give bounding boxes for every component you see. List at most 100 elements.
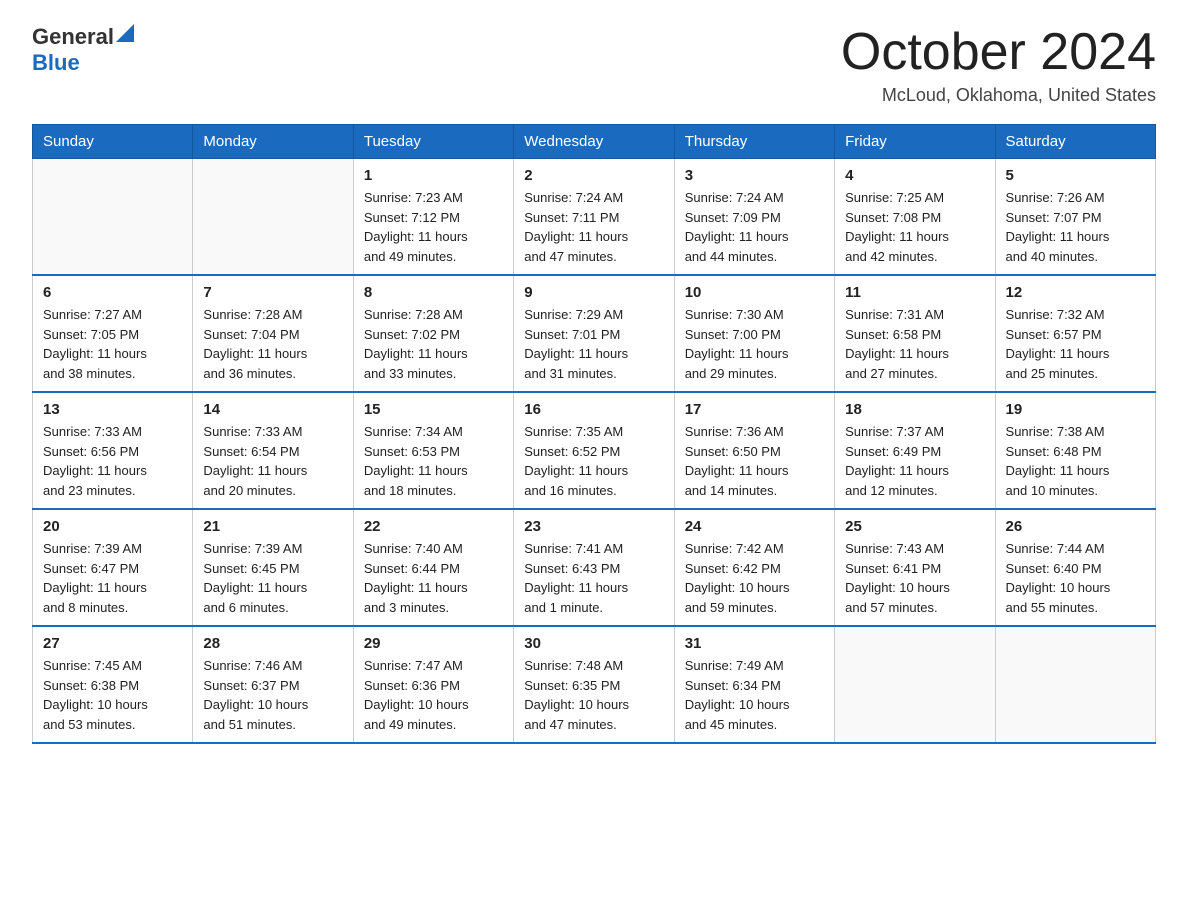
day-info: Sunrise: 7:41 AMSunset: 6:43 PMDaylight:… bbox=[524, 539, 663, 617]
calendar-cell bbox=[193, 159, 353, 276]
calendar-cell: 18 Sunrise: 7:37 AMSunset: 6:49 PMDayligh… bbox=[835, 392, 995, 509]
calendar-cell bbox=[995, 626, 1155, 743]
calendar-header-sunday: Sunday bbox=[33, 125, 193, 159]
day-number: 10 bbox=[685, 284, 824, 301]
calendar-header-tuesday: Tuesday bbox=[353, 125, 513, 159]
day-info: Sunrise: 7:31 AMSunset: 6:58 PMDaylight:… bbox=[845, 305, 984, 383]
day-info: Sunrise: 7:37 AMSunset: 6:49 PMDaylight:… bbox=[845, 422, 984, 500]
day-number: 13 bbox=[43, 401, 182, 418]
day-info: Sunrise: 7:39 AMSunset: 6:47 PMDaylight:… bbox=[43, 539, 182, 617]
day-number: 28 bbox=[203, 635, 342, 652]
calendar-cell: 29Sunrise: 7:47 AMSunset: 6:36 PMDayligh… bbox=[353, 626, 513, 743]
calendar-cell: 5 Sunrise: 7:26 AMSunset: 7:07 PMDaylight… bbox=[995, 159, 1155, 276]
day-info: Sunrise: 7:29 AMSunset: 7:01 PMDaylight:… bbox=[524, 305, 663, 383]
calendar-cell: 6 Sunrise: 7:27 AMSunset: 7:05 PMDaylight… bbox=[33, 275, 193, 392]
calendar-header-wednesday: Wednesday bbox=[514, 125, 674, 159]
day-info: Sunrise: 7:25 AMSunset: 7:08 PMDaylight:… bbox=[845, 188, 984, 266]
day-number: 18 bbox=[845, 401, 984, 418]
day-info: Sunrise: 7:33 AMSunset: 6:54 PMDaylight:… bbox=[203, 422, 342, 500]
logo-blue: Blue bbox=[32, 50, 80, 76]
calendar-cell bbox=[835, 626, 995, 743]
calendar-cell: 8Sunrise: 7:28 AMSunset: 7:02 PMDaylight… bbox=[353, 275, 513, 392]
day-number: 14 bbox=[203, 401, 342, 418]
day-info: Sunrise: 7:45 AMSunset: 6:38 PMDaylight:… bbox=[43, 656, 182, 734]
calendar-header-row: SundayMondayTuesdayWednesdayThursdayFrid… bbox=[33, 125, 1156, 159]
day-info: Sunrise: 7:23 AMSunset: 7:12 PMDaylight:… bbox=[364, 188, 503, 266]
calendar-cell: 19 Sunrise: 7:38 AMSunset: 6:48 PMDayligh… bbox=[995, 392, 1155, 509]
day-number: 3 bbox=[685, 167, 824, 184]
logo-arrow-icon bbox=[116, 24, 134, 42]
day-info: Sunrise: 7:38 AMSunset: 6:48 PMDaylight:… bbox=[1006, 422, 1145, 500]
calendar-cell: 11 Sunrise: 7:31 AMSunset: 6:58 PMDayligh… bbox=[835, 275, 995, 392]
day-info: Sunrise: 7:36 AMSunset: 6:50 PMDaylight:… bbox=[685, 422, 824, 500]
calendar-cell: 13 Sunrise: 7:33 AMSunset: 6:56 PMDayligh… bbox=[33, 392, 193, 509]
day-number: 15 bbox=[364, 401, 503, 418]
day-number: 7 bbox=[203, 284, 342, 301]
calendar-cell: 12Sunrise: 7:32 AMSunset: 6:57 PMDayligh… bbox=[995, 275, 1155, 392]
calendar-week-row: 1Sunrise: 7:23 AMSunset: 7:12 PMDaylight… bbox=[33, 159, 1156, 276]
calendar-cell: 3 Sunrise: 7:24 AMSunset: 7:09 PMDaylight… bbox=[674, 159, 834, 276]
calendar-cell: 4 Sunrise: 7:25 AMSunset: 7:08 PMDaylight… bbox=[835, 159, 995, 276]
day-number: 29 bbox=[364, 635, 503, 652]
calendar-cell bbox=[33, 159, 193, 276]
day-number: 6 bbox=[43, 284, 182, 301]
day-number: 8 bbox=[364, 284, 503, 301]
day-number: 21 bbox=[203, 518, 342, 535]
calendar-cell: 20 Sunrise: 7:39 AMSunset: 6:47 PMDayligh… bbox=[33, 509, 193, 626]
day-number: 27 bbox=[43, 635, 182, 652]
day-info: Sunrise: 7:28 AMSunset: 7:04 PMDaylight:… bbox=[203, 305, 342, 383]
day-info: Sunrise: 7:24 AMSunset: 7:11 PMDaylight:… bbox=[524, 188, 663, 266]
day-info: Sunrise: 7:26 AMSunset: 7:07 PMDaylight:… bbox=[1006, 188, 1145, 266]
calendar-week-row: 27 Sunrise: 7:45 AMSunset: 6:38 PMDayligh… bbox=[33, 626, 1156, 743]
day-info: Sunrise: 7:33 AMSunset: 6:56 PMDaylight:… bbox=[43, 422, 182, 500]
day-info: Sunrise: 7:44 AMSunset: 6:40 PMDaylight:… bbox=[1006, 539, 1145, 617]
day-info: Sunrise: 7:49 AMSunset: 6:34 PMDaylight:… bbox=[685, 656, 824, 734]
day-number: 19 bbox=[1006, 401, 1145, 418]
calendar-cell: 2Sunrise: 7:24 AMSunset: 7:11 PMDaylight… bbox=[514, 159, 674, 276]
logo-general: General bbox=[32, 24, 114, 50]
day-number: 17 bbox=[685, 401, 824, 418]
day-number: 20 bbox=[43, 518, 182, 535]
calendar-cell: 23 Sunrise: 7:41 AMSunset: 6:43 PMDayligh… bbox=[514, 509, 674, 626]
calendar-cell: 10 Sunrise: 7:30 AMSunset: 7:00 PMDayligh… bbox=[674, 275, 834, 392]
day-number: 24 bbox=[685, 518, 824, 535]
calendar-cell: 17 Sunrise: 7:36 AMSunset: 6:50 PMDayligh… bbox=[674, 392, 834, 509]
day-info: Sunrise: 7:40 AMSunset: 6:44 PMDaylight:… bbox=[364, 539, 503, 617]
calendar-cell: 24Sunrise: 7:42 AMSunset: 6:42 PMDayligh… bbox=[674, 509, 834, 626]
day-info: Sunrise: 7:24 AMSunset: 7:09 PMDaylight:… bbox=[685, 188, 824, 266]
calendar-cell: 21Sunrise: 7:39 AMSunset: 6:45 PMDayligh… bbox=[193, 509, 353, 626]
calendar-week-row: 13 Sunrise: 7:33 AMSunset: 6:56 PMDayligh… bbox=[33, 392, 1156, 509]
day-number: 4 bbox=[845, 167, 984, 184]
day-number: 31 bbox=[685, 635, 824, 652]
page-header: General Blue October 2024 McLoud, Oklaho… bbox=[32, 24, 1156, 106]
title-section: October 2024 McLoud, Oklahoma, United St… bbox=[841, 24, 1156, 106]
logo: General Blue bbox=[32, 24, 134, 76]
day-number: 30 bbox=[524, 635, 663, 652]
calendar-cell: 16Sunrise: 7:35 AMSunset: 6:52 PMDayligh… bbox=[514, 392, 674, 509]
day-info: Sunrise: 7:48 AMSunset: 6:35 PMDaylight:… bbox=[524, 656, 663, 734]
calendar-table: SundayMondayTuesdayWednesdayThursdayFrid… bbox=[32, 124, 1156, 744]
day-info: Sunrise: 7:46 AMSunset: 6:37 PMDaylight:… bbox=[203, 656, 342, 734]
day-number: 25 bbox=[845, 518, 984, 535]
day-info: Sunrise: 7:43 AMSunset: 6:41 PMDaylight:… bbox=[845, 539, 984, 617]
location: McLoud, Oklahoma, United States bbox=[841, 85, 1156, 106]
day-number: 12 bbox=[1006, 284, 1145, 301]
day-info: Sunrise: 7:34 AMSunset: 6:53 PMDaylight:… bbox=[364, 422, 503, 500]
day-info: Sunrise: 7:35 AMSunset: 6:52 PMDaylight:… bbox=[524, 422, 663, 500]
calendar-cell: 27 Sunrise: 7:45 AMSunset: 6:38 PMDayligh… bbox=[33, 626, 193, 743]
day-number: 23 bbox=[524, 518, 663, 535]
calendar-cell: 30 Sunrise: 7:48 AMSunset: 6:35 PMDayligh… bbox=[514, 626, 674, 743]
calendar-cell: 31 Sunrise: 7:49 AMSunset: 6:34 PMDayligh… bbox=[674, 626, 834, 743]
day-number: 26 bbox=[1006, 518, 1145, 535]
day-info: Sunrise: 7:27 AMSunset: 7:05 PMDaylight:… bbox=[43, 305, 182, 383]
calendar-cell: 15 Sunrise: 7:34 AMSunset: 6:53 PMDayligh… bbox=[353, 392, 513, 509]
day-number: 11 bbox=[845, 284, 984, 301]
day-number: 5 bbox=[1006, 167, 1145, 184]
calendar-header-monday: Monday bbox=[193, 125, 353, 159]
calendar-cell: 26 Sunrise: 7:44 AMSunset: 6:40 PMDayligh… bbox=[995, 509, 1155, 626]
day-info: Sunrise: 7:30 AMSunset: 7:00 PMDaylight:… bbox=[685, 305, 824, 383]
calendar-cell: 25 Sunrise: 7:43 AMSunset: 6:41 PMDayligh… bbox=[835, 509, 995, 626]
calendar-week-row: 6 Sunrise: 7:27 AMSunset: 7:05 PMDaylight… bbox=[33, 275, 1156, 392]
calendar-week-row: 20 Sunrise: 7:39 AMSunset: 6:47 PMDayligh… bbox=[33, 509, 1156, 626]
day-number: 22 bbox=[364, 518, 503, 535]
